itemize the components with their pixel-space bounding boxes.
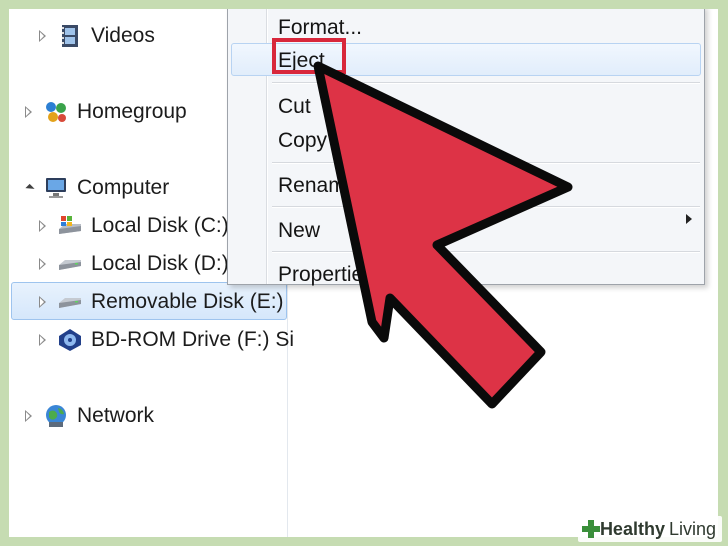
computer-icon (43, 175, 69, 201)
menu-separator (272, 162, 700, 164)
expand-arrow-icon[interactable] (39, 220, 46, 232)
network-icon (43, 403, 69, 429)
eject-highlight-box (272, 38, 346, 74)
nav-item-videos[interactable]: Videos (39, 18, 155, 54)
menu-item-cut[interactable]: Cut (278, 92, 311, 122)
nav-item-label: Network (77, 404, 155, 427)
nav-item-label: Computer (77, 176, 170, 199)
expand-arrow-icon[interactable] (39, 30, 46, 42)
nav-item-bd-rom-drive[interactable]: BD-ROM Drive (F:) Si (39, 322, 294, 358)
expand-arrow-icon[interactable] (39, 334, 46, 346)
menu-item-copy[interactable]: Copy (278, 126, 327, 156)
nav-item-network[interactable]: Network (25, 398, 154, 434)
cross-logo-icon (581, 520, 600, 538)
collapse-arrow-icon[interactable] (25, 183, 35, 193)
expand-arrow-icon[interactable] (25, 410, 32, 422)
menu-separator (272, 206, 700, 208)
nav-item-local-disk-d[interactable]: Local Disk (D:) (39, 246, 229, 282)
context-menu: Format... Eject Cut Copy Renam New Prope… (227, 9, 705, 286)
nav-item-label: Removable Disk (E:) (91, 290, 284, 313)
hard-disk-icon (57, 251, 83, 277)
nav-item-label: Local Disk (D:) (91, 252, 229, 275)
expand-arrow-icon[interactable] (39, 258, 46, 270)
expand-arrow-icon[interactable] (39, 296, 46, 308)
nav-item-label: BD-ROM Drive (F:) Si (91, 328, 294, 351)
nav-item-computer[interactable]: Computer (25, 170, 169, 206)
menu-item-rename[interactable]: Renam (278, 171, 346, 201)
windows-disk-icon (57, 213, 83, 239)
menu-item-properties[interactable]: Propertie (278, 260, 363, 290)
menu-separator (272, 251, 700, 253)
watermark-brand-bold: Healthy (599, 518, 665, 539)
menu-separator (272, 82, 700, 84)
watermark-brand-light: Living (668, 518, 716, 539)
explorer-window: Videos Homegroup Computer Local Disk (C:… (9, 9, 718, 537)
nav-item-label: Homegroup (77, 100, 187, 123)
videos-icon (57, 23, 83, 49)
nav-item-removable-disk-e[interactable]: Removable Disk (E:) (39, 284, 284, 320)
nav-item-label: Videos (91, 24, 155, 47)
nav-item-local-disk-c[interactable]: Local Disk (C:) (39, 208, 229, 244)
bd-rom-icon (57, 327, 83, 353)
submenu-arrow-icon (686, 214, 692, 224)
homegroup-icon (43, 99, 69, 125)
nav-item-homegroup[interactable]: Homegroup (25, 94, 187, 130)
expand-arrow-icon[interactable] (25, 106, 32, 118)
healthy-living-watermark: Healthy Living (577, 516, 722, 542)
removable-disk-icon (57, 289, 83, 315)
menu-item-new[interactable]: New (278, 216, 320, 246)
nav-item-label: Local Disk (C:) (91, 214, 229, 237)
